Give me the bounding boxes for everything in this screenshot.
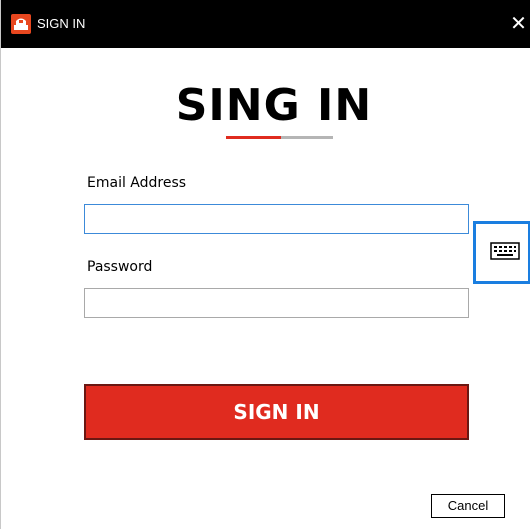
title-bar: SIGN IN ✕	[1, 0, 530, 48]
password-label: Password	[87, 259, 153, 275]
sign-in-button[interactable]: SIGN IN	[84, 384, 469, 440]
on-screen-keyboard-button[interactable]	[473, 221, 530, 284]
email-label: Email Address	[87, 175, 187, 191]
email-field[interactable]	[84, 204, 469, 234]
heading-underline-accent	[226, 136, 281, 139]
sign-in-window: SIGN IN ✕ SING IN Email Address Password…	[0, 0, 530, 529]
app-icon	[11, 14, 31, 34]
close-button[interactable]: ✕	[506, 10, 530, 38]
window-title: SIGN IN	[37, 16, 86, 31]
heading-underline-gray	[281, 136, 333, 139]
password-field[interactable]	[84, 288, 469, 318]
keyboard-icon	[490, 242, 520, 260]
cancel-button[interactable]: Cancel	[431, 494, 505, 518]
page-heading: SING IN	[175, 80, 373, 131]
